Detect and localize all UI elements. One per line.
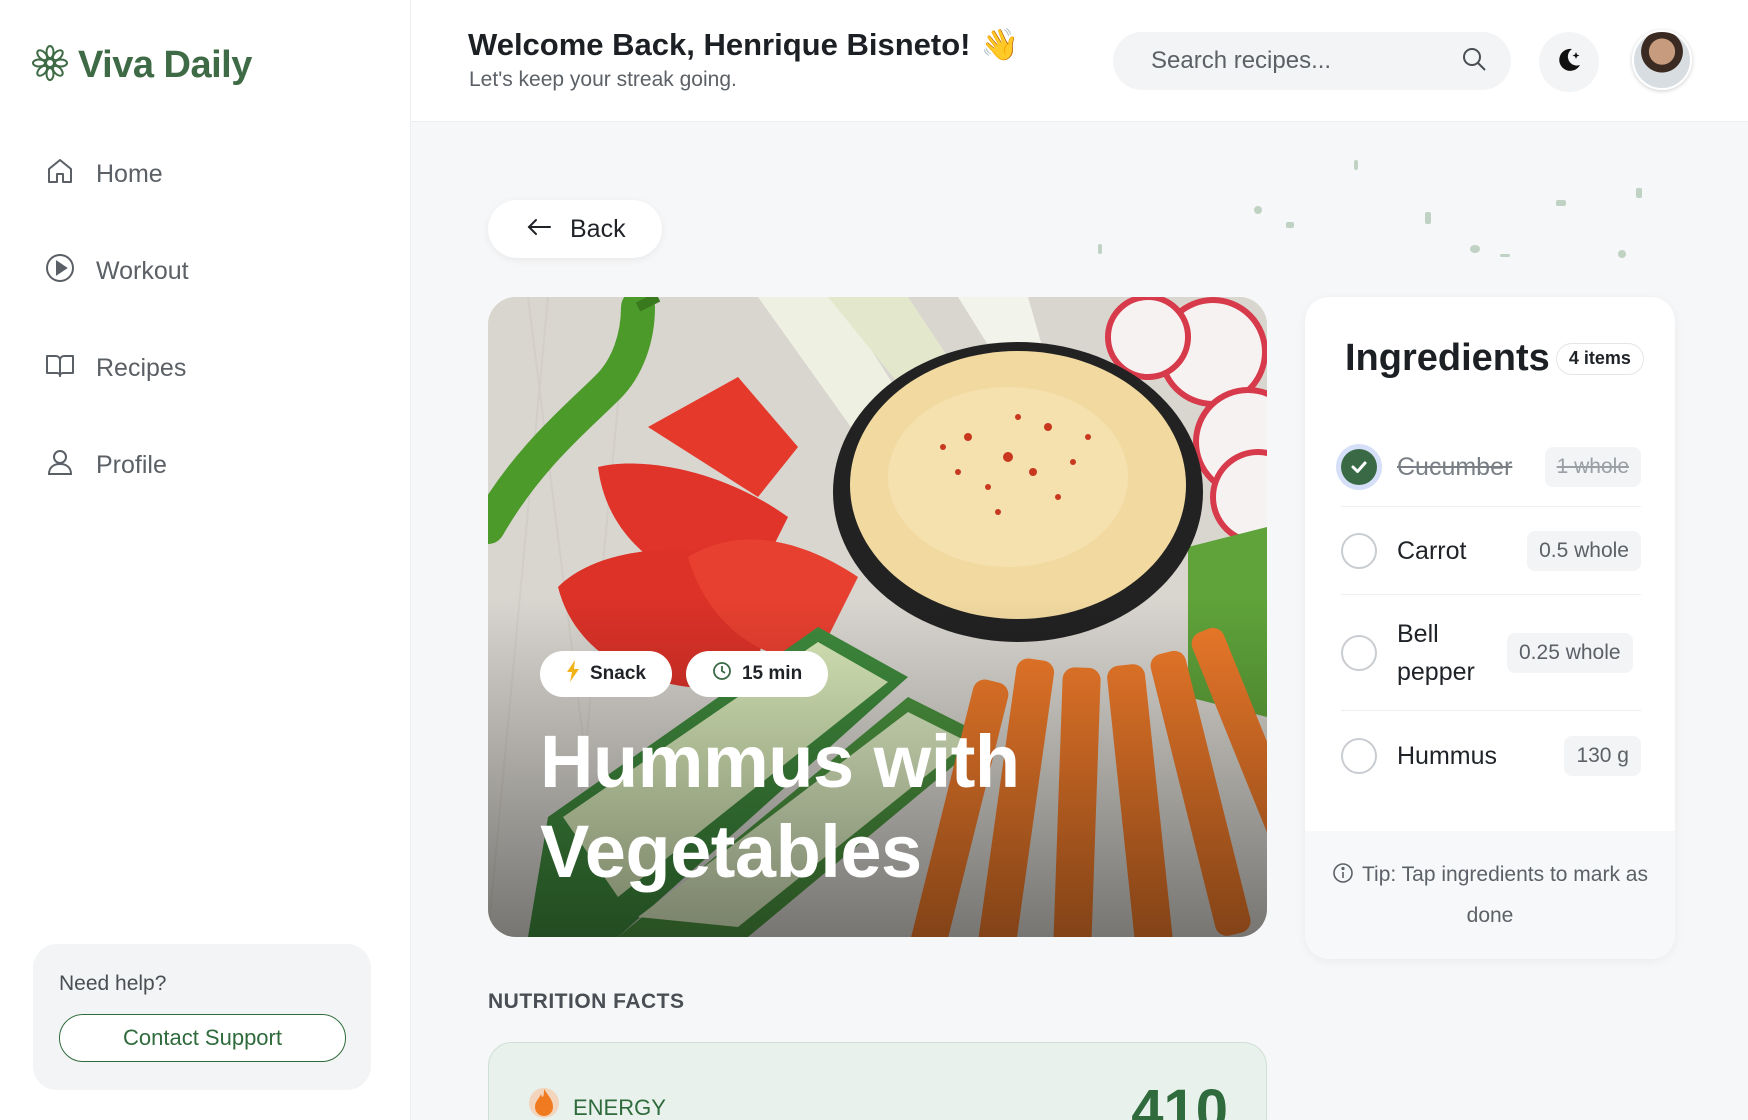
sidebar: Viva Daily Home Workout Recipes Profile (0, 0, 411, 1120)
app-name: Viva Daily (78, 44, 252, 86)
ingredients-tip: Tip: Tap ingredients to mark as done (1305, 831, 1675, 959)
user-avatar[interactable] (1632, 30, 1692, 90)
sidebar-item-profile[interactable]: Profile (44, 443, 384, 487)
home-icon (44, 155, 76, 194)
welcome-subtitle: Let's keep your streak going. (469, 68, 737, 91)
arrow-left-icon (526, 215, 552, 244)
energy-card: ENERGY 410 (488, 1042, 1267, 1120)
category-label: Snack (590, 663, 646, 684)
play-circle-icon (44, 252, 76, 291)
user-icon (44, 446, 76, 485)
sidebar-item-workout[interactable]: Workout (44, 249, 384, 293)
lightning-icon (566, 660, 580, 688)
sidebar-item-label: Workout (96, 256, 189, 285)
search-icon[interactable] (1461, 46, 1487, 77)
duration-tag: 15 min (685, 651, 829, 697)
sidebar-item-label: Profile (96, 450, 167, 479)
sidebar-item-home[interactable]: Home (44, 152, 384, 196)
sidebar-item-label: Recipes (96, 353, 187, 382)
ingredient-name: Bell pepper (1397, 619, 1475, 686)
sidebar-item-recipes[interactable]: Recipes (44, 346, 384, 390)
clock-icon (712, 661, 732, 687)
ingredient-row-bell-pepper[interactable]: Bell pepper 0.25 whole (1341, 595, 1641, 711)
ingredient-quantity: 1 whole (1544, 446, 1641, 487)
category-tag: Snack (540, 651, 672, 697)
energy-label: ENERGY (573, 1095, 666, 1120)
ingredients-list: Cucumber 1 whole Carrot 0.5 whole Bell p… (1341, 427, 1641, 801)
recipe-title: Hummus with Vegetables (540, 720, 1020, 893)
info-icon (1332, 859, 1354, 897)
search-input[interactable]: Search recipes... (1151, 47, 1331, 75)
book-icon (44, 349, 76, 388)
ingredient-quantity: 130 g (1564, 736, 1641, 776)
search-bar[interactable]: Search recipes... (1113, 32, 1511, 90)
checkbox[interactable] (1341, 738, 1377, 774)
ingredient-name: Carrot (1397, 536, 1467, 565)
sidebar-nav: Home Workout Recipes Profile (44, 152, 384, 540)
tip-text: Tip: Tap ingredients to mark as done (1362, 862, 1648, 927)
ingredient-name: Hummus (1397, 742, 1498, 770)
checkbox[interactable] (1341, 532, 1377, 569)
ingredients-header: Ingredients 4 items (1345, 337, 1644, 380)
help-text: Need help? (59, 972, 167, 995)
recipe-tags: Snack 15 min (540, 651, 829, 697)
fire-icon (529, 1085, 559, 1120)
ingredients-card: Ingredients 4 items Cucumber 1 whole Car… (1305, 297, 1675, 959)
welcome-text: Welcome Back, Henrique Bisneto! (468, 26, 971, 62)
nutrition-facts-heading: NUTRITION FACTS (488, 990, 685, 1013)
help-card: Need help? Contact Support (33, 944, 371, 1090)
ingredient-quantity: 0.5 whole (1527, 530, 1641, 571)
waving-hand-icon: 👋 (980, 27, 1020, 62)
energy-value: 410 (1131, 1078, 1228, 1120)
theme-toggle-button[interactable] (1539, 32, 1599, 92)
ingredient-row-cucumber[interactable]: Cucumber 1 whole (1341, 427, 1641, 507)
ingredients-title: Ingredients (1345, 337, 1550, 379)
sidebar-item-label: Home (96, 159, 163, 188)
back-button[interactable]: Back (488, 200, 662, 258)
ingredient-row-hummus[interactable]: Hummus 130 g (1341, 711, 1641, 801)
ingredient-quantity: 0.25 whole (1507, 632, 1633, 673)
checkbox-checked[interactable] (1341, 448, 1377, 485)
duration-label: 15 min (741, 663, 803, 684)
flower-logo-icon (32, 45, 68, 86)
back-label: Back (570, 214, 626, 243)
contact-support-button[interactable]: Contact Support (59, 1014, 346, 1062)
ingredient-name: Cucumber (1397, 452, 1513, 481)
ingredient-row-carrot[interactable]: Carrot 0.5 whole (1341, 507, 1641, 595)
check-icon (1351, 461, 1367, 473)
ingredients-count-badge: 4 items (1555, 342, 1644, 375)
recipe-hero-card: Snack 15 min Hummus with Vegetables (488, 297, 1267, 937)
checkbox[interactable] (1341, 634, 1377, 671)
moon-icon (1554, 45, 1584, 80)
top-header: Welcome Back, Henrique Bisneto! 👋 Let's … (411, 0, 1748, 122)
app-logo[interactable]: Viva Daily (32, 44, 252, 87)
welcome-heading: Welcome Back, Henrique Bisneto! 👋 (468, 26, 1019, 63)
